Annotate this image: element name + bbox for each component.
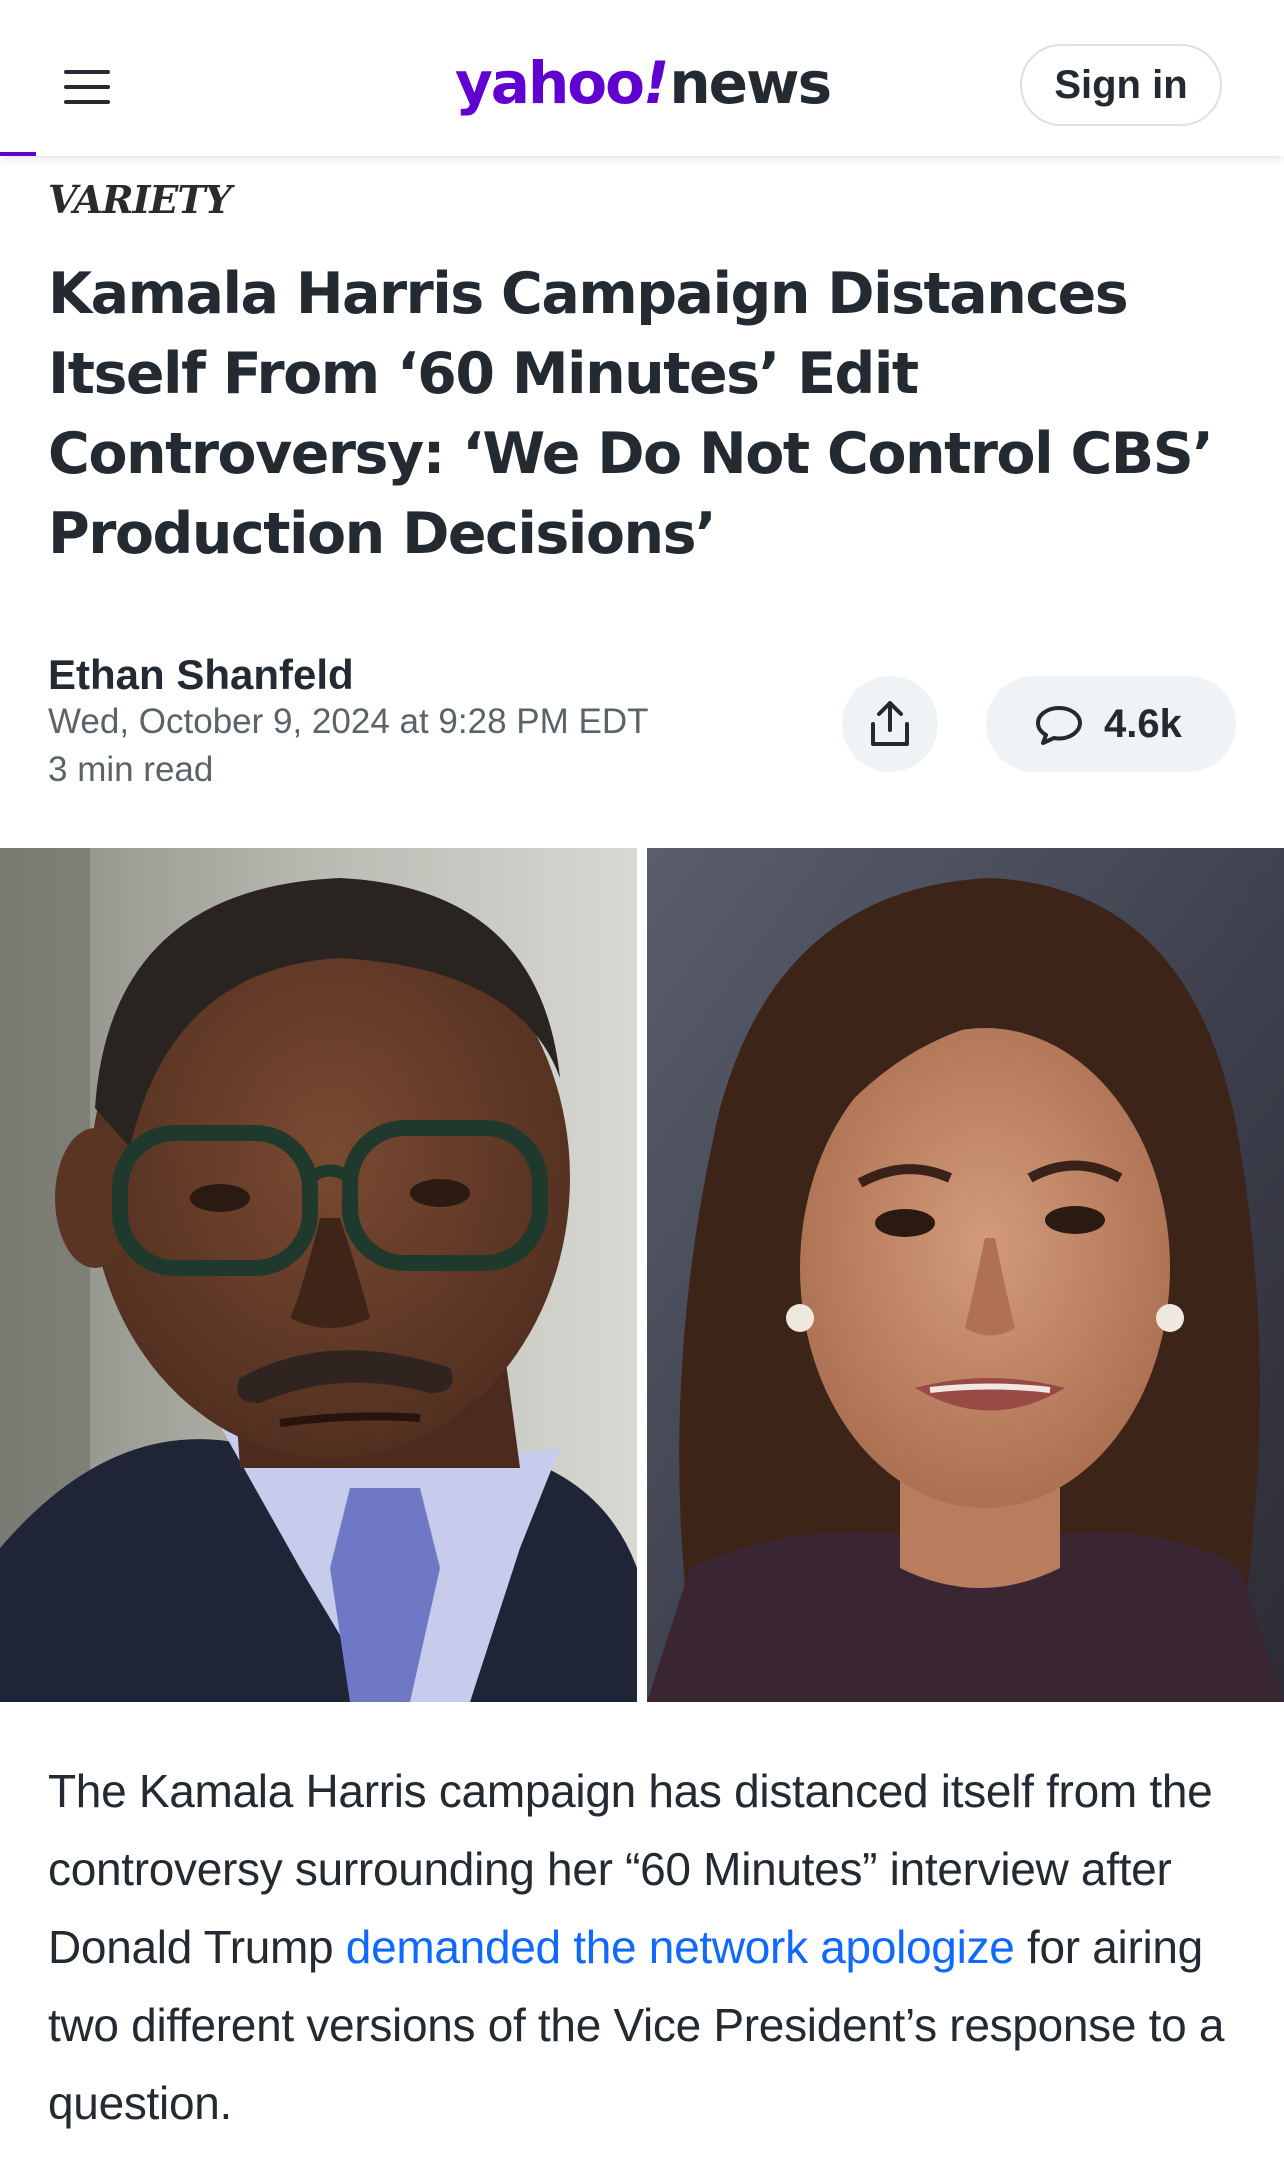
comments-count: 4.6k — [1104, 702, 1182, 746]
yahoo-news-logo[interactable]: yahoo!news — [455, 48, 832, 118]
read-time: 3 min read — [48, 750, 214, 789]
author-name[interactable]: Ethan Shanfeld — [48, 650, 354, 700]
top-nav-bar: yahoo!news Sign in — [0, 0, 1284, 156]
article-photo-illustration — [0, 848, 1284, 1702]
logo-news-text: news — [669, 49, 832, 117]
menu-button[interactable] — [58, 62, 116, 112]
logo-bang-text: ! — [642, 49, 669, 117]
logo-yahoo-text: yahoo — [455, 49, 645, 117]
article-headline: Kamala Harris Campaign Distances Itself … — [48, 261, 1214, 567]
menu-icon-bar — [64, 70, 110, 74]
article-lead-image[interactable] — [0, 848, 1284, 1702]
sign-in-button[interactable]: Sign in — [1020, 44, 1222, 126]
comments-button[interactable]: 4.6k — [986, 676, 1236, 772]
inline-article-link[interactable]: demanded the network apologize — [346, 1921, 1015, 1973]
menu-icon-bar — [64, 85, 110, 89]
share-icon — [871, 701, 909, 746]
source-logo[interactable]: VARIETY — [48, 178, 232, 222]
menu-icon-bar — [64, 100, 110, 104]
reading-progress-bar — [0, 152, 36, 156]
share-button[interactable] — [842, 676, 938, 772]
comment-icon — [1036, 706, 1082, 745]
article-body-paragraph: The Kamala Harris campaign has distanced… — [48, 1752, 1248, 2142]
publish-date: Wed, October 9, 2024 at 9:28 PM EDT — [48, 702, 649, 741]
